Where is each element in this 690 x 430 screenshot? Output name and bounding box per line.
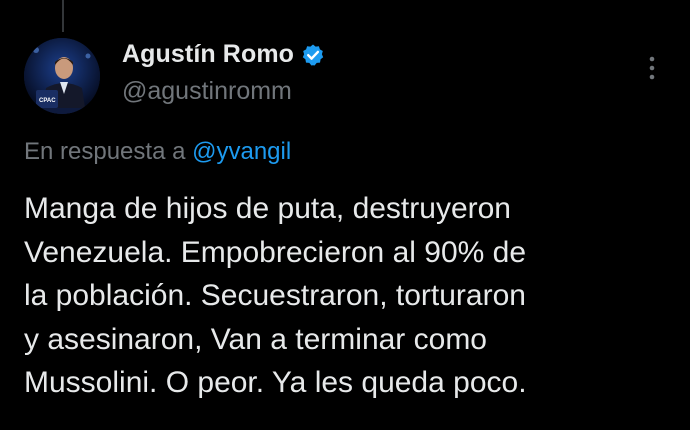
tweet-line: y asesinaron, Van a terminar como [24, 322, 487, 356]
reply-prefix: En respuesta a [24, 138, 186, 165]
tweet-line: la población. Secuestraron, torturaron [24, 279, 526, 312]
reply-mention-link[interactable]: @yvangil [192, 138, 291, 165]
tweet-line: Manga de hijos de puta, destruyeron [24, 192, 511, 225]
tweet-text: Manga de hijos de puta, destruyeron Vene… [24, 187, 674, 405]
more-vertical-icon[interactable] [640, 54, 664, 84]
author-display-name[interactable]: Agustín Romo [122, 40, 294, 69]
verified-badge-icon [301, 43, 325, 67]
author-handle[interactable]: @agustinromm [122, 77, 292, 106]
tweet-line: Mussolini. O peor. Ya les queda poco. [24, 366, 527, 399]
avatar[interactable]: CPAC [24, 38, 100, 114]
thread-connector-line [62, 0, 64, 32]
svg-text:CPAC: CPAC [39, 98, 56, 104]
author-name-row: Agustín Romo [122, 40, 325, 69]
avatar-photo: CPAC [24, 38, 100, 114]
reply-context: En respuesta a @yvangil [24, 138, 291, 166]
tweet-line: Venezuela. Empobrecieron al 90% de [24, 235, 527, 269]
